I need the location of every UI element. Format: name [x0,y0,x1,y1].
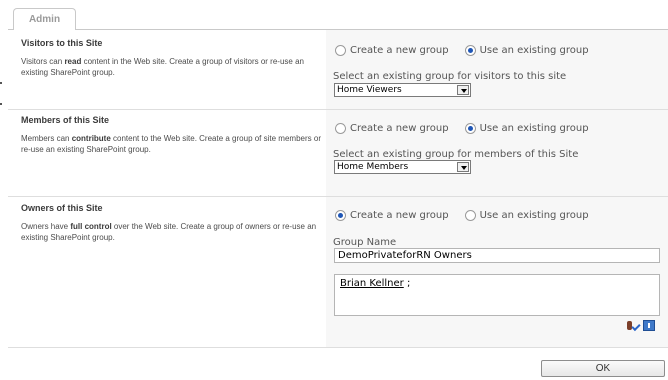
members-group-choice: Create a new group Use an existing group [335,123,589,134]
section-divider [8,196,668,197]
owners-desc-text: Owners have [21,222,71,231]
owners-radio-create-new[interactable] [335,210,346,221]
owners-group-choice: Create a new group Use an existing group [335,210,589,221]
members-select-label: Select an existing group for members of … [333,149,579,160]
ok-button[interactable]: OK [541,360,665,377]
section-divider [8,109,668,110]
visitors-group-choice: Create a new group Use an existing group [335,45,589,56]
visitors-title: Visitors to this Site [21,38,103,48]
members-desc-bold: contribute [71,134,111,143]
members-radio-create-new-label[interactable]: Create a new group [350,123,449,134]
footer-divider [8,347,668,348]
people-entry[interactable]: Brian Kellner [340,278,404,289]
tab-admin[interactable]: Admin [13,8,76,30]
visitors-radio-use-existing[interactable] [464,45,476,56]
visitors-radio-create-new-label[interactable]: Create a new group [350,45,449,56]
visitors-radio-use-existing-label[interactable]: Use an existing group [480,45,589,56]
members-group-select[interactable]: Home Members [334,160,471,174]
owners-section-info: Owners of this Site Owners have full con… [21,203,321,243]
chevron-down-icon[interactable] [457,85,469,95]
people-picker-tools [626,320,655,332]
edge-mark [0,103,2,105]
chevron-down-icon[interactable] [457,162,469,172]
visitors-radio-create-new[interactable] [335,45,346,56]
visitors-section-info: Visitors to this Site Visitors can read … [21,38,321,78]
visitors-desc-text: Visitors can [21,57,65,66]
visitors-select-label: Select an existing group for visitors to… [333,71,567,82]
members-section-info: Members of this Site Members can contrib… [21,115,321,155]
owners-people-picker[interactable]: Brian Kellner ; [334,274,660,316]
members-select-value: Home Members [337,162,409,172]
visitors-description: Visitors can read content in the Web sit… [21,56,321,78]
members-radio-create-new[interactable] [335,123,346,134]
visitors-select-value: Home Viewers [337,85,402,95]
visitors-desc-bold: read [64,57,82,66]
edge-mark [0,82,2,84]
owners-desc-bold: full control [70,222,112,231]
members-desc-text: Members can [21,134,72,143]
address-book-icon[interactable] [643,320,655,331]
visitors-group-select[interactable]: Home Viewers [334,83,471,97]
group-name-label: Group Name [333,237,397,248]
owners-radio-use-existing[interactable] [464,210,476,221]
owners-title: Owners of this Site [21,203,103,213]
members-description: Members can contribute content to the We… [21,133,321,155]
owners-radio-create-new-label[interactable]: Create a new group [350,210,449,221]
people-separator: ; [403,278,411,289]
check-names-icon[interactable] [626,320,640,332]
members-title: Members of this Site [21,115,110,125]
members-radio-use-existing[interactable] [464,123,476,134]
owners-radio-use-existing-label[interactable]: Use an existing group [480,210,589,221]
group-name-input[interactable]: DemoPrivateforRN Owners [334,248,660,263]
members-radio-use-existing-label[interactable]: Use an existing group [480,123,589,134]
owners-description: Owners have full control over the Web si… [21,221,321,243]
tab-bar: Admin [0,0,668,30]
